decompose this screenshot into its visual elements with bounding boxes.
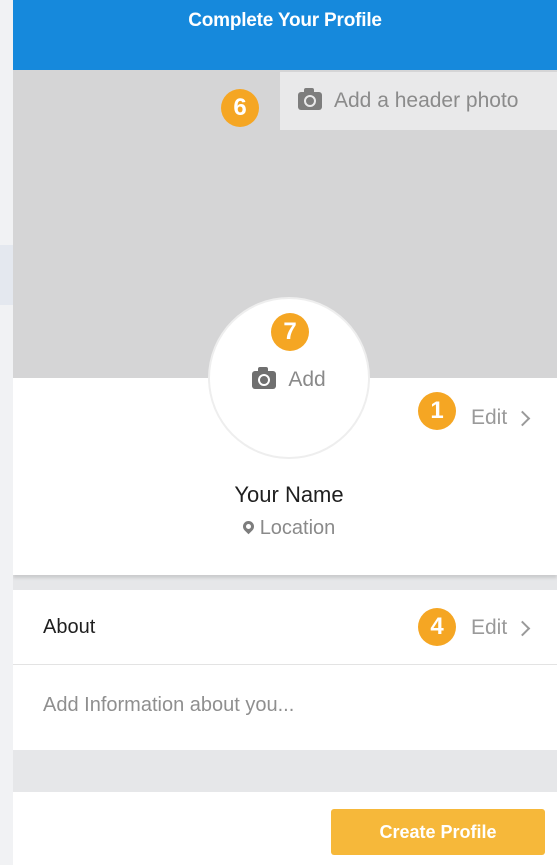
about-input-placeholder[interactable]: Add Information about you... (43, 694, 294, 717)
chevron-right-icon (514, 410, 531, 426)
page-title: Complete Your Profile (188, 10, 382, 31)
add-header-photo-button[interactable]: Add a header photo (280, 72, 557, 130)
profile-location-label: Location (259, 517, 336, 539)
about-edit-label: Edit (471, 616, 508, 639)
add-avatar-label: Add (288, 368, 326, 391)
chevron-right-icon (514, 620, 531, 636)
profile-edit-label: Edit (471, 406, 508, 429)
profile-name: Your Name (234, 482, 344, 507)
about-title: About (43, 616, 96, 638)
create-profile-button[interactable]: Create Profile (331, 809, 545, 855)
header-bar: Complete Your Profile (13, 0, 557, 70)
add-header-photo-label: Add a header photo (334, 89, 519, 112)
step-badge-about-edit: 4 (418, 608, 456, 646)
step-badge-profile-edit: 1 (418, 392, 456, 430)
map-pin-icon (240, 518, 256, 535)
step-badge-avatar: 7 (271, 313, 309, 351)
camera-icon (298, 88, 322, 110)
profile-panel: Complete Your Profile Add a header photo… (13, 0, 557, 865)
profile-location: Location (13, 517, 557, 540)
footer: Create Profile (13, 792, 557, 865)
about-edit-link[interactable]: Edit (471, 616, 531, 640)
profile-edit-link[interactable]: Edit (471, 406, 531, 430)
section-divider (13, 750, 557, 792)
step-badge-header-photo: 6 (221, 89, 259, 127)
backdrop-strip (0, 245, 14, 305)
camera-icon (252, 367, 277, 389)
about-card: About Add Information about you... (13, 590, 557, 750)
